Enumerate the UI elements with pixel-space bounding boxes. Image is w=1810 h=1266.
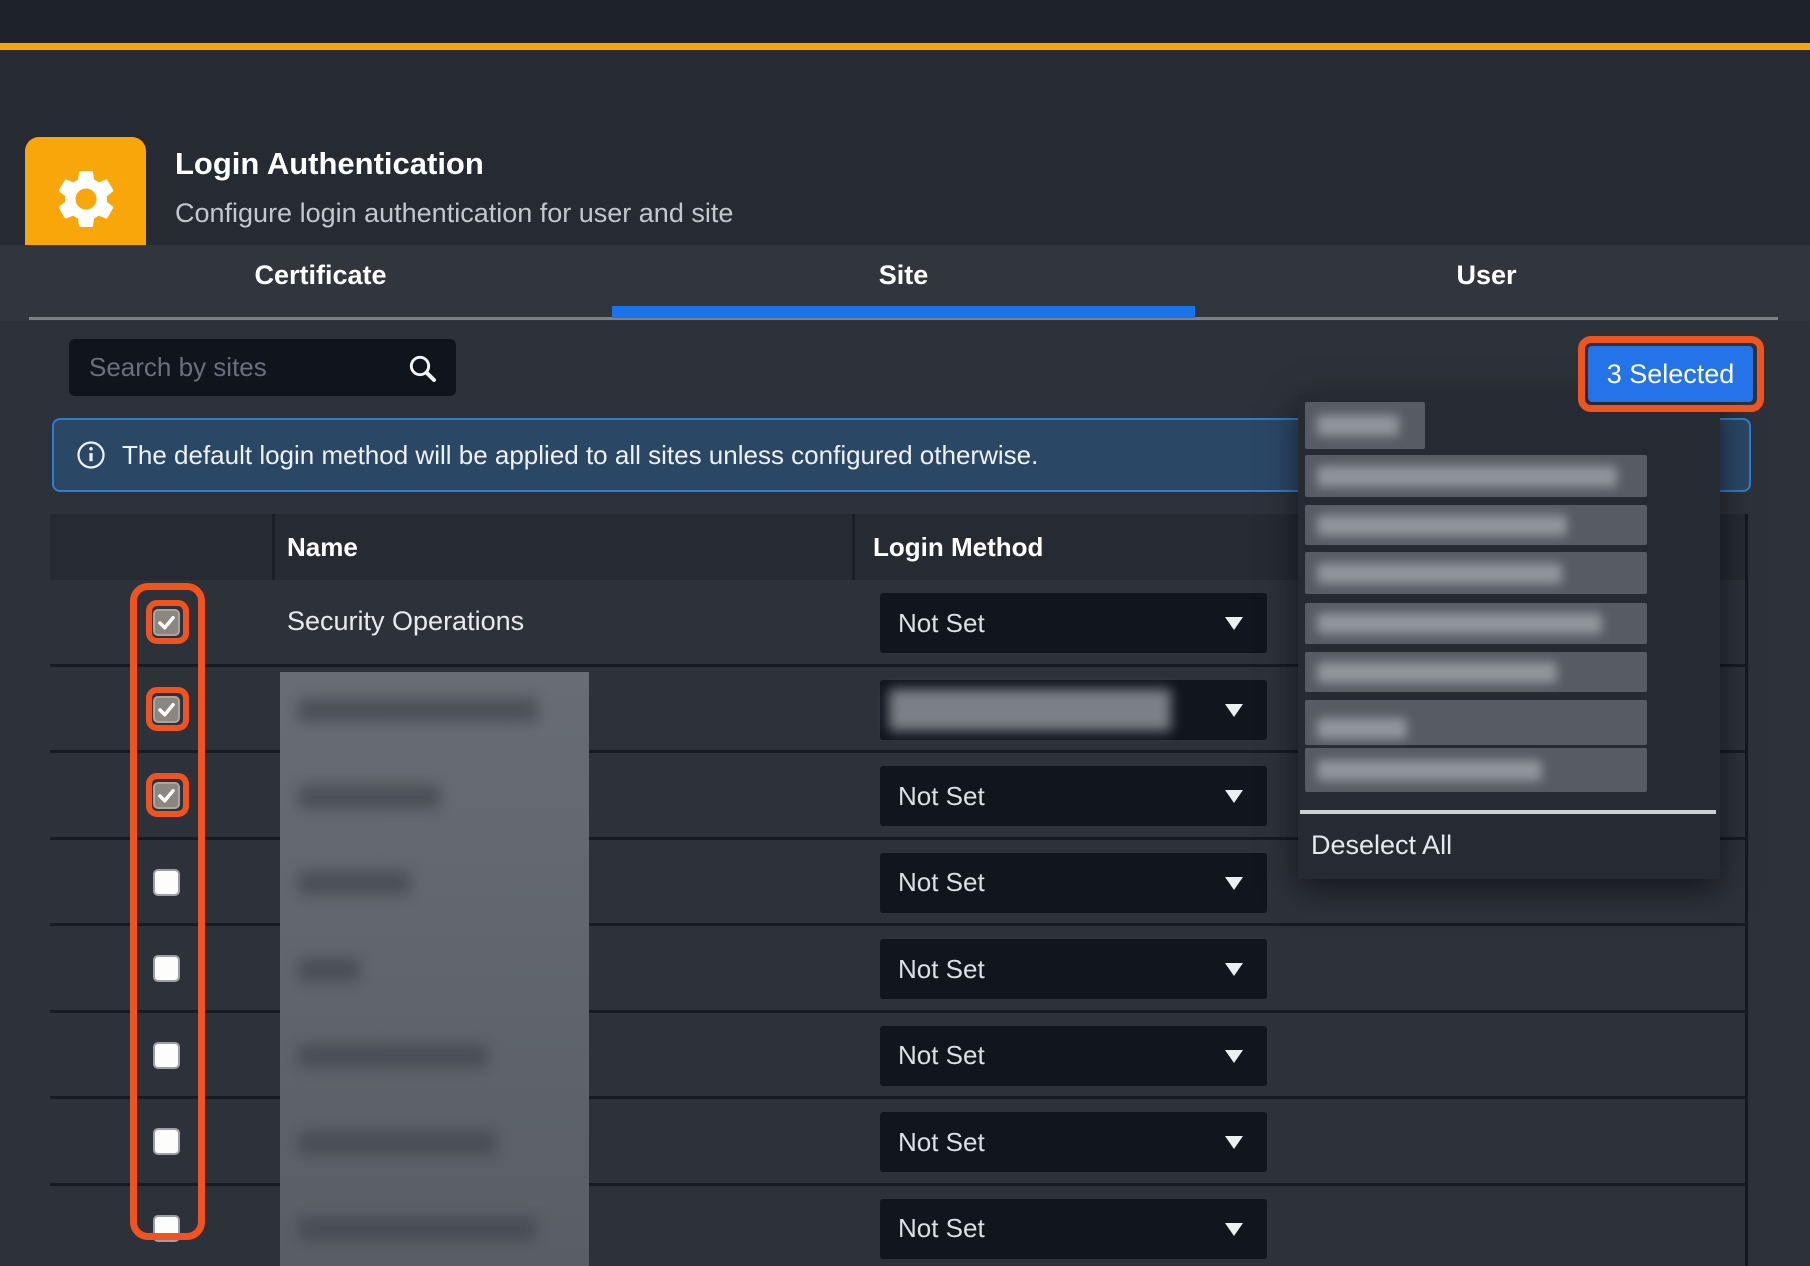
- login-method-value: Not Set: [898, 1199, 985, 1259]
- redacted-item-text: [1317, 718, 1407, 739]
- checkbox-highlight: [146, 687, 189, 731]
- deselect-all-label: Deselect All: [1311, 830, 1452, 861]
- redacted-site-name-text: [298, 698, 538, 722]
- brand-accent-line: [0, 43, 1810, 50]
- active-tab-underline: [612, 306, 1195, 318]
- redacted-item-text: [1317, 515, 1567, 536]
- chevron-down-icon: [1225, 963, 1243, 976]
- info-icon: [76, 440, 106, 470]
- login-method-value: Not Set: [898, 1112, 985, 1172]
- checkbox-highlight: [146, 600, 189, 644]
- selected-site-item-redacted[interactable]: [1305, 652, 1647, 692]
- selected-site-item-redacted[interactable]: [1305, 748, 1647, 792]
- login-method-select[interactable]: [880, 680, 1267, 740]
- chevron-down-icon: [1225, 704, 1243, 717]
- login-method-select[interactable]: Not Set: [880, 593, 1267, 653]
- login-method-value: Not Set: [898, 766, 985, 826]
- checkbox-highlight: [146, 773, 189, 817]
- login-method-select[interactable]: Not Set: [880, 1199, 1267, 1259]
- settings-tile: [25, 137, 146, 260]
- search-icon[interactable]: [406, 352, 438, 384]
- redacted-item-text: [1317, 466, 1617, 487]
- chevron-down-icon: [1225, 1223, 1243, 1236]
- chevron-down-icon: [1225, 790, 1243, 803]
- login-method-select[interactable]: Not Set: [880, 939, 1267, 999]
- chevron-down-icon: [1225, 617, 1243, 630]
- login-method-select[interactable]: Not Set: [880, 1026, 1267, 1086]
- redacted-site-name-text: [298, 1131, 496, 1155]
- selected-sites-panel: Deselect All: [1298, 395, 1720, 879]
- selected-site-item-redacted[interactable]: [1305, 603, 1647, 644]
- login-method-value: Not Set: [898, 593, 985, 653]
- redacted-site-name-text: [298, 1217, 536, 1241]
- redacted-site-names: [280, 672, 589, 1266]
- redacted-item-text: [1317, 613, 1602, 634]
- chevron-down-icon: [1225, 877, 1243, 890]
- search-input[interactable]: [89, 339, 389, 396]
- gear-icon: [51, 164, 121, 234]
- chevron-down-icon: [1225, 1050, 1243, 1063]
- redacted-site-name-text: [298, 958, 360, 982]
- selected-site-item-redacted[interactable]: [1305, 402, 1425, 449]
- search-box: [69, 339, 456, 396]
- info-banner-text: The default login method will be applied…: [122, 440, 1038, 471]
- tab-certificate[interactable]: Certificate: [29, 245, 612, 306]
- tab-user[interactable]: User: [1195, 245, 1778, 306]
- checkbox-column-highlight: [130, 583, 205, 1240]
- redacted-item-text: [1317, 760, 1542, 781]
- login-method-value: Not Set: [898, 1026, 985, 1086]
- login-method-select[interactable]: Not Set: [880, 853, 1267, 913]
- page-header: Login Authentication Configure login aut…: [0, 50, 1810, 245]
- tab-site[interactable]: Site: [612, 245, 1195, 306]
- column-divider: [852, 514, 855, 580]
- column-header-login-method: Login Method: [873, 514, 1043, 580]
- deselect-all-button[interactable]: Deselect All: [1298, 816, 1720, 874]
- selected-count-button[interactable]: 3 Selected: [1588, 346, 1753, 402]
- redacted-site-name-text: [298, 871, 410, 895]
- column-divider: [272, 514, 275, 580]
- selected-site-item-redacted[interactable]: [1305, 455, 1647, 497]
- login-method-select[interactable]: Not Set: [880, 1112, 1267, 1172]
- redacted-site-name-text: [298, 1044, 488, 1068]
- redacted-item-text: [1317, 662, 1557, 683]
- selected-site-item-redacted[interactable]: [1305, 505, 1647, 545]
- site-name: Security Operations: [287, 580, 524, 663]
- redacted-site-name-text: [298, 785, 440, 809]
- login-method-value: Not Set: [898, 939, 985, 999]
- login-method-select[interactable]: Not Set: [880, 766, 1267, 826]
- selected-site-item-redacted[interactable]: [1305, 552, 1647, 594]
- panel-scrollbar[interactable]: [1300, 810, 1716, 814]
- redacted-item-text: [1317, 563, 1562, 584]
- page-title: Login Authentication: [175, 146, 484, 182]
- redacted-item-text: [1317, 415, 1399, 436]
- selected-site-item-redacted[interactable]: [1305, 700, 1647, 745]
- column-header-name: Name: [287, 514, 358, 580]
- login-authentication-page: Login Authentication Configure login aut…: [0, 0, 1810, 1266]
- page-subtitle: Configure login authentication for user …: [175, 198, 733, 229]
- redacted-login-method: [889, 689, 1171, 731]
- top-app-bar: [0, 0, 1810, 43]
- chevron-down-icon: [1225, 1136, 1243, 1149]
- login-method-value: Not Set: [898, 853, 985, 913]
